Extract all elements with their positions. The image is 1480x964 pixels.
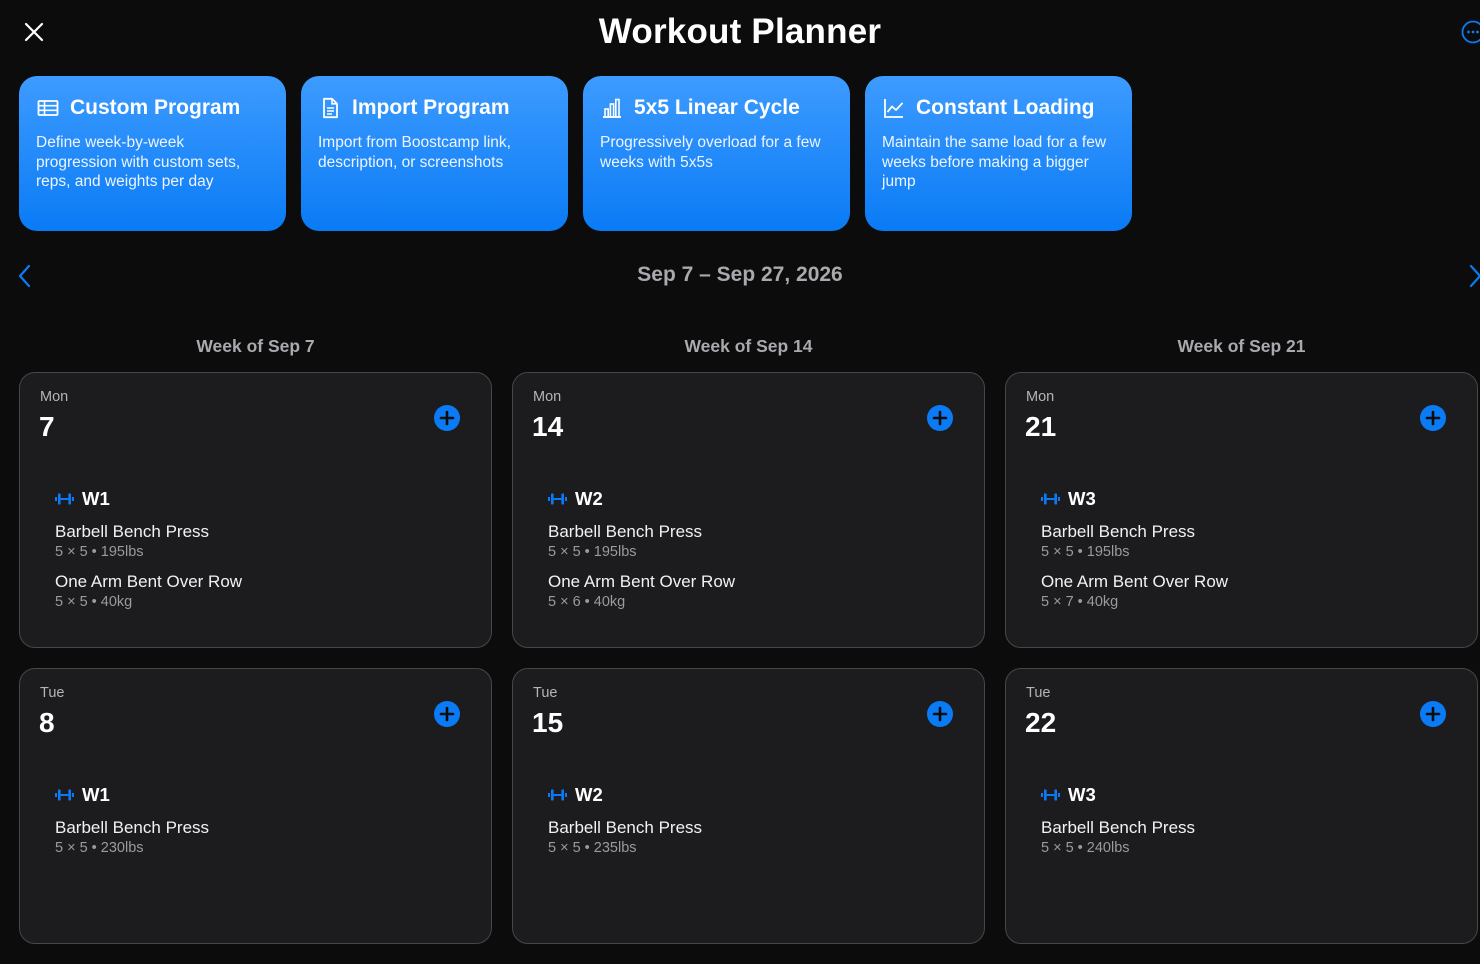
- exercise-detail: 5 × 5 • 235lbs: [548, 839, 948, 858]
- day-number: 15: [532, 707, 563, 739]
- more-icon: [1461, 20, 1480, 44]
- date-range: Sep 7 – Sep 27, 2026: [0, 263, 1480, 287]
- workout-entry[interactable]: W1 Barbell Bench Press 5 × 5 • 230lbs: [55, 783, 455, 858]
- day-number: 22: [1025, 707, 1056, 739]
- exercise-item: Barbell Bench Press 5 × 5 • 230lbs: [55, 817, 455, 858]
- dumbbell-icon: [1041, 492, 1060, 506]
- exercise-detail: 5 × 5 • 40kg: [55, 593, 455, 612]
- exercise-name: One Arm Bent Over Row: [548, 571, 948, 592]
- dumbbell-icon: [548, 492, 567, 506]
- page-title: Workout Planner: [0, 12, 1480, 52]
- exercise-name: Barbell Bench Press: [55, 817, 455, 838]
- day-of-week: Tue: [1026, 685, 1050, 701]
- dumbbell-icon: [548, 788, 567, 802]
- next-range-button[interactable]: [1464, 263, 1480, 289]
- card-title: Import Program: [352, 96, 510, 120]
- day-number: 8: [39, 707, 55, 739]
- add-workout-button[interactable]: [926, 700, 954, 728]
- card-description: Maintain the same load for a few weeks b…: [882, 133, 1115, 192]
- card-title: Custom Program: [70, 96, 240, 120]
- exercise-detail: 5 × 6 • 40kg: [548, 593, 948, 612]
- exercise-name: Barbell Bench Press: [1041, 521, 1441, 542]
- day-card[interactable]: Mon 7 W1 Barbell Bench Press 5 × 5 • 195…: [19, 372, 492, 648]
- add-workout-button[interactable]: [926, 404, 954, 432]
- day-of-week: Mon: [533, 389, 561, 405]
- chevron-right-icon: [1464, 263, 1480, 289]
- day-card[interactable]: Tue 22 W3 Barbell Bench Press 5 × 5 • 24…: [1005, 668, 1478, 944]
- exercise-item: Barbell Bench Press 5 × 5 • 235lbs: [548, 817, 948, 858]
- card-description: Define week-by-week progression with cus…: [36, 133, 269, 192]
- week-column: Week of Sep 7 Mon 7 W1 Barbell Bench Pre…: [19, 335, 492, 964]
- day-number: 21: [1025, 411, 1056, 443]
- workout-name: W3: [1068, 488, 1096, 510]
- day-of-week: Tue: [40, 685, 64, 701]
- workout-name: W2: [575, 784, 603, 806]
- card-title: 5x5 Linear Cycle: [634, 96, 800, 120]
- workout-entry[interactable]: W1 Barbell Bench Press 5 × 5 • 195lbs On…: [55, 487, 455, 612]
- workout-name: W2: [575, 488, 603, 510]
- line-chart-icon: [882, 96, 906, 120]
- exercise-name: One Arm Bent Over Row: [55, 571, 455, 592]
- card-title: Constant Loading: [916, 96, 1094, 120]
- add-workout-button[interactable]: [433, 404, 461, 432]
- exercise-detail: 5 × 7 • 40kg: [1041, 593, 1441, 612]
- exercise-item: Barbell Bench Press 5 × 5 • 195lbs: [1041, 521, 1441, 562]
- workout-name: W3: [1068, 784, 1096, 806]
- exercise-detail: 5 × 5 • 240lbs: [1041, 839, 1441, 858]
- exercise-item: Barbell Bench Press 5 × 5 • 195lbs: [55, 521, 455, 562]
- week-title: Week of Sep 7: [19, 335, 492, 357]
- exercise-name: Barbell Bench Press: [548, 521, 948, 542]
- workout-entry[interactable]: W2 Barbell Bench Press 5 × 5 • 235lbs: [548, 783, 948, 858]
- day-card[interactable]: Tue 8 W1 Barbell Bench Press 5 × 5 • 230…: [19, 668, 492, 944]
- table-icon: [36, 96, 60, 120]
- linear-cycle-card[interactable]: 5x5 Linear Cycle Progressively overload …: [583, 76, 850, 231]
- card-description: Import from Boostcamp link, description,…: [318, 133, 551, 172]
- dumbbell-icon: [55, 492, 74, 506]
- add-workout-button[interactable]: [433, 700, 461, 728]
- add-workout-button[interactable]: [1419, 700, 1447, 728]
- workout-name: W1: [82, 784, 110, 806]
- exercise-detail: 5 × 5 • 195lbs: [55, 543, 455, 562]
- exercise-detail: 5 × 5 • 230lbs: [55, 839, 455, 858]
- program-cards: Custom Program Define week-by-week progr…: [19, 76, 1132, 231]
- exercise-item: Barbell Bench Press 5 × 5 • 240lbs: [1041, 817, 1441, 858]
- exercise-name: One Arm Bent Over Row: [1041, 571, 1441, 592]
- workout-entry[interactable]: W2 Barbell Bench Press 5 × 5 • 195lbs On…: [548, 487, 948, 612]
- day-card[interactable]: Mon 21 W3 Barbell Bench Press 5 × 5 • 19…: [1005, 372, 1478, 648]
- week-column: Week of Sep 21 Mon 21 W3 Barbell Bench P…: [1005, 335, 1478, 964]
- import-program-card[interactable]: Import Program Import from Boostcamp lin…: [301, 76, 568, 231]
- day-number: 7: [39, 411, 55, 443]
- exercise-item: One Arm Bent Over Row 5 × 7 • 40kg: [1041, 571, 1441, 612]
- document-icon: [318, 96, 342, 120]
- exercise-name: Barbell Bench Press: [1041, 817, 1441, 838]
- add-workout-button[interactable]: [1419, 404, 1447, 432]
- dumbbell-icon: [1041, 788, 1060, 802]
- week-title: Week of Sep 14: [512, 335, 985, 357]
- week-title: Week of Sep 21: [1005, 335, 1478, 357]
- day-card[interactable]: Tue 15 W2 Barbell Bench Press 5 × 5 • 23…: [512, 668, 985, 944]
- exercise-detail: 5 × 5 • 195lbs: [1041, 543, 1441, 562]
- exercise-detail: 5 × 5 • 195lbs: [548, 543, 948, 562]
- more-options-button[interactable]: [1461, 20, 1480, 44]
- dumbbell-icon: [55, 788, 74, 802]
- card-description: Progressively overload for a few weeks w…: [600, 133, 833, 172]
- workout-entry[interactable]: W3 Barbell Bench Press 5 × 5 • 195lbs On…: [1041, 487, 1441, 612]
- day-card[interactable]: Mon 14 W2 Barbell Bench Press 5 × 5 • 19…: [512, 372, 985, 648]
- day-of-week: Mon: [40, 389, 68, 405]
- workout-name: W1: [82, 488, 110, 510]
- workout-entry[interactable]: W3 Barbell Bench Press 5 × 5 • 240lbs: [1041, 783, 1441, 858]
- custom-program-card[interactable]: Custom Program Define week-by-week progr…: [19, 76, 286, 231]
- constant-loading-card[interactable]: Constant Loading Maintain the same load …: [865, 76, 1132, 231]
- exercise-item: Barbell Bench Press 5 × 5 • 195lbs: [548, 521, 948, 562]
- exercise-item: One Arm Bent Over Row 5 × 6 • 40kg: [548, 571, 948, 612]
- bar-chart-icon: [600, 96, 624, 120]
- day-of-week: Tue: [533, 685, 557, 701]
- exercise-item: One Arm Bent Over Row 5 × 5 • 40kg: [55, 571, 455, 612]
- day-number: 14: [532, 411, 563, 443]
- exercise-name: Barbell Bench Press: [548, 817, 948, 838]
- exercise-name: Barbell Bench Press: [55, 521, 455, 542]
- day-of-week: Mon: [1026, 389, 1054, 405]
- week-column: Week of Sep 14 Mon 14 W2 Barbell Bench P…: [512, 335, 985, 964]
